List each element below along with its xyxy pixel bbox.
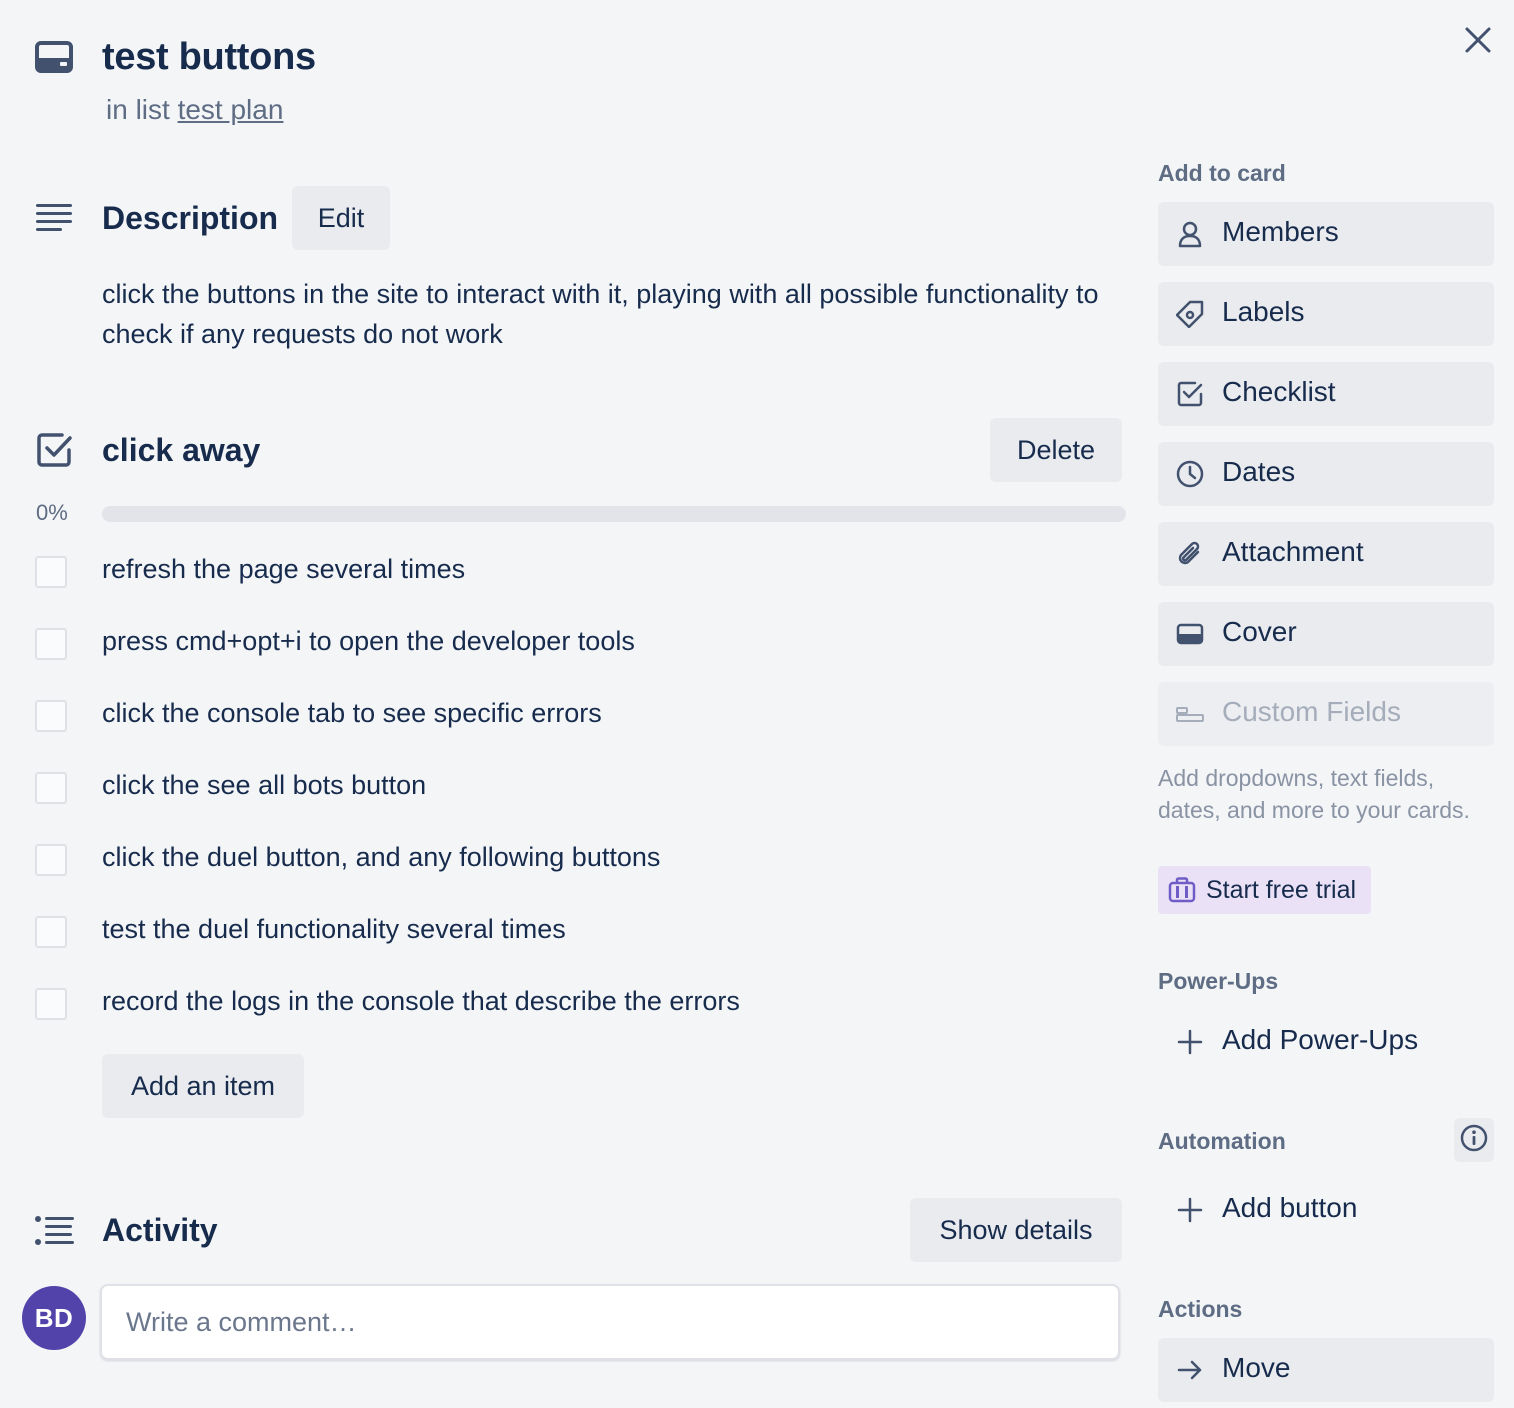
checklist-item[interactable]: click the see all bots button: [0, 770, 1130, 832]
checklist-icon: [36, 432, 74, 468]
attachment-label: Attachment: [1222, 536, 1364, 567]
add-power-ups-label: Add Power-Ups: [1222, 1024, 1419, 1055]
add-power-ups-button[interactable]: Add Power-Ups: [1158, 1010, 1494, 1074]
checklist-item[interactable]: refresh the page several times: [0, 554, 1130, 616]
checklist-item-text[interactable]: test the duel functionality several time…: [102, 914, 566, 945]
cover-icon: [1176, 620, 1204, 648]
in-list-prefix: in list: [106, 94, 170, 125]
person-icon: [1176, 220, 1204, 248]
edit-description-button[interactable]: Edit: [292, 186, 390, 250]
close-button[interactable]: [1456, 20, 1500, 64]
checklist-item-text[interactable]: press cmd+opt+i to open the developer to…: [102, 626, 635, 657]
arrow-right-icon: [1176, 1356, 1204, 1384]
checklist-item-checkbox[interactable]: [35, 916, 67, 948]
checklist-item-checkbox[interactable]: [35, 700, 67, 732]
dates-label: Dates: [1222, 456, 1296, 487]
checklist-item[interactable]: press cmd+opt+i to open the developer to…: [0, 626, 1130, 688]
checklist-item[interactable]: click the duel button, and any following…: [0, 842, 1130, 904]
automation-heading: Automation: [1158, 1128, 1286, 1154]
plus-icon: [1176, 1028, 1204, 1056]
custom-fields-label: Custom Fields: [1222, 696, 1401, 727]
checklist-item[interactable]: click the console tab to see specific er…: [0, 698, 1130, 760]
add-automation-button[interactable]: Add button: [1158, 1178, 1494, 1242]
checklist-item-checkbox[interactable]: [35, 628, 67, 660]
members-label: Members: [1222, 216, 1339, 247]
dates-button[interactable]: Dates: [1158, 442, 1494, 506]
checklist-button[interactable]: Checklist: [1158, 362, 1494, 426]
list-link[interactable]: test plan: [178, 94, 284, 125]
cover-label: Cover: [1222, 616, 1297, 647]
description-heading: Description: [102, 200, 279, 236]
checklist-item[interactable]: test the duel functionality several time…: [0, 914, 1130, 976]
add-to-card-heading: Add to card: [1158, 160, 1286, 186]
checklist-item[interactable]: record the logs in the console that desc…: [0, 986, 1130, 1048]
custom-fields-button[interactable]: Custom Fields: [1158, 682, 1494, 746]
checklist-item-checkbox[interactable]: [35, 772, 67, 804]
add-button-label: Add button: [1222, 1192, 1358, 1223]
actions-heading: Actions: [1158, 1296, 1243, 1322]
automation-info-button[interactable]: [1454, 1118, 1494, 1162]
avatar[interactable]: BD: [22, 1286, 86, 1350]
checklist-item-checkbox[interactable]: [35, 556, 67, 588]
labels-button[interactable]: Labels: [1158, 282, 1494, 346]
checklist-title[interactable]: click away: [102, 432, 260, 469]
description-icon: [36, 204, 72, 234]
attachment-button[interactable]: Attachment: [1158, 522, 1494, 586]
card-title[interactable]: test buttons: [102, 36, 316, 79]
paperclip-icon: [1176, 540, 1204, 568]
labels-label: Labels: [1222, 296, 1305, 327]
comment-input[interactable]: [100, 1284, 1120, 1360]
clock-icon: [1176, 460, 1204, 488]
checklist-item-checkbox[interactable]: [35, 988, 67, 1020]
tag-icon: [1175, 300, 1204, 329]
checklist-item-checkbox[interactable]: [35, 844, 67, 876]
custom-fields-icon: [1176, 700, 1204, 728]
checklist-item-text[interactable]: click the duel button, and any following…: [102, 842, 660, 873]
custom-fields-upsell-text: Add dropdowns, text fields, dates, and m…: [1158, 765, 1470, 823]
checklist-item-text[interactable]: click the see all bots button: [102, 770, 426, 801]
move-label: Move: [1222, 1352, 1291, 1383]
activity-icon: [34, 1216, 74, 1246]
show-details-button[interactable]: Show details: [910, 1198, 1122, 1262]
delete-checklist-button[interactable]: Delete: [990, 418, 1122, 482]
card-list-info: in list test plan: [106, 94, 283, 126]
start-free-trial-label: Start free trial: [1206, 876, 1357, 904]
close-icon: [1464, 26, 1492, 59]
add-checklist-item-button[interactable]: Add an item: [102, 1054, 304, 1118]
cover-button[interactable]: Cover: [1158, 602, 1494, 666]
checklist-item-text[interactable]: click the console tab to see specific er…: [102, 698, 602, 729]
plus-icon: [1176, 1196, 1204, 1224]
checklist-label: Checklist: [1222, 376, 1336, 407]
power-ups-heading: Power-Ups: [1158, 968, 1279, 994]
activity-heading: Activity: [102, 1212, 218, 1248]
card-icon: [34, 40, 74, 76]
briefcase-icon: [1168, 876, 1196, 909]
checklist-progress-percent: 0%: [36, 500, 68, 525]
checklist-icon: [1176, 380, 1204, 408]
move-button[interactable]: Move: [1158, 1338, 1494, 1402]
description-text[interactable]: click the buttons in the site to interac…: [102, 274, 1102, 354]
members-button[interactable]: Members: [1158, 202, 1494, 266]
checklist-item-text[interactable]: refresh the page several times: [102, 554, 465, 585]
start-free-trial-button[interactable]: Start free trial: [1158, 866, 1371, 914]
checklist-progress-bar: [102, 506, 1126, 522]
checklist-item-text[interactable]: record the logs in the console that desc…: [102, 986, 740, 1017]
info-icon: [1460, 1124, 1488, 1157]
